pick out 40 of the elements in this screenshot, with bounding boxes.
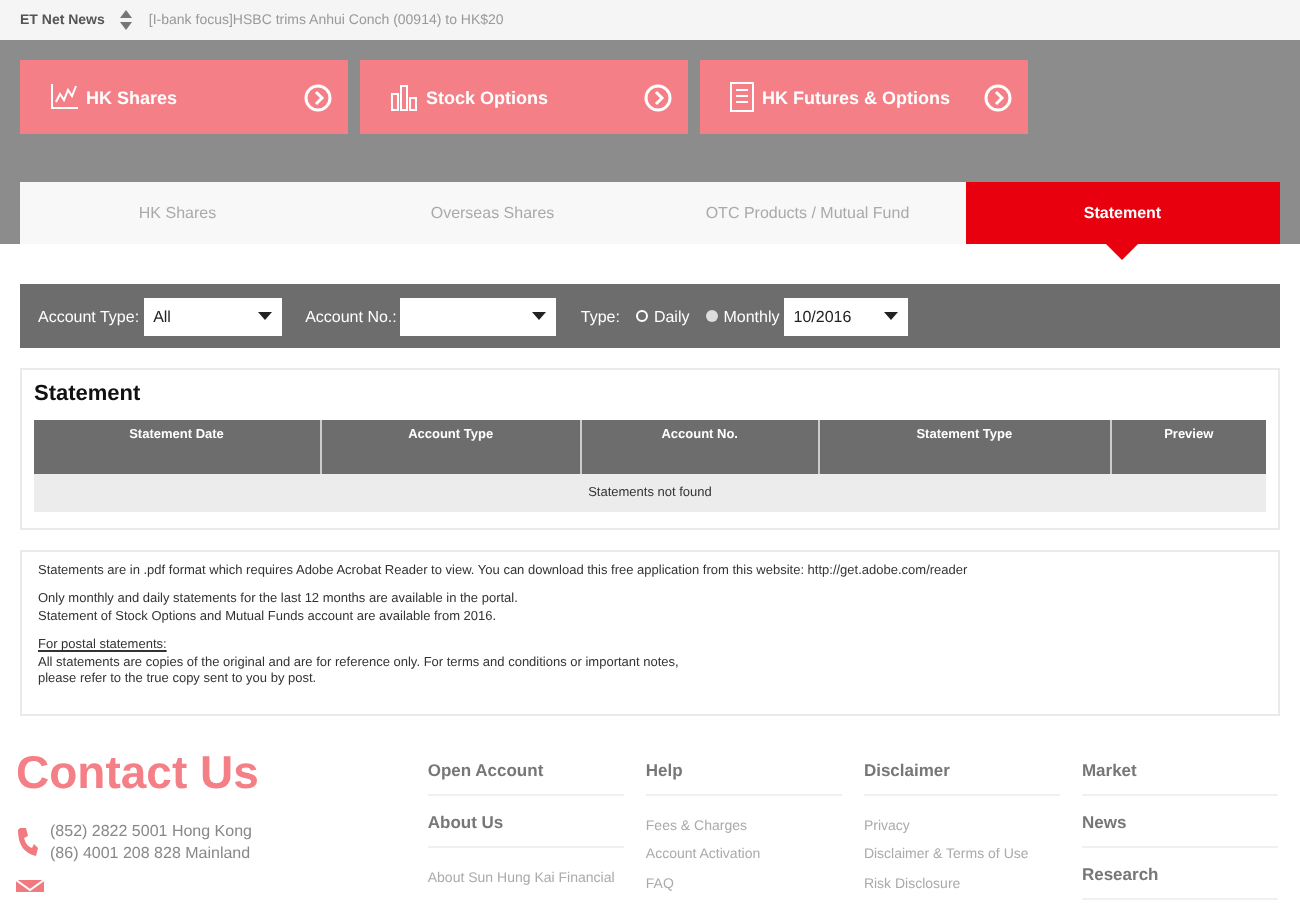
- caret-icon: [532, 312, 547, 320]
- radio-option[interactable]: Daily: [635, 307, 690, 325]
- radio-icon[interactable]: [705, 310, 718, 322]
- footer-heading-link[interactable]: Help: [645, 745, 842, 796]
- bar-chart-icon: [390, 83, 418, 111]
- field-label: Account Type:: [38, 307, 140, 325]
- contact-title: Contact Us: [16, 745, 261, 800]
- phone-icon: [16, 825, 38, 858]
- field-label: Type:: [580, 307, 620, 325]
- caret-icon: [883, 312, 898, 320]
- chevron-circle-icon: [304, 83, 332, 111]
- footer-heading-link[interactable]: Disclaimer: [863, 745, 1060, 796]
- footer-heading-link[interactable]: Market: [1081, 745, 1278, 796]
- period-dropdown[interactable]: 10/2016: [783, 297, 908, 335]
- phone-number: (86) 4001 208 828 Mainland: [50, 841, 252, 864]
- chevron-circle-icon: [644, 83, 672, 111]
- caret-icon: [257, 312, 272, 320]
- account-type-dropdown[interactable]: All: [143, 297, 282, 335]
- tab-pointer: [1106, 244, 1139, 260]
- quick-link-button[interactable]: HK Shares: [20, 60, 348, 134]
- footer-heading-link[interactable]: About Us: [427, 795, 624, 848]
- tab[interactable]: HK Shares: [20, 182, 335, 244]
- envelope-icon: [16, 880, 44, 892]
- up-down-arrows-icon[interactable]: [120, 10, 133, 30]
- tab[interactable]: Overseas Shares: [335, 182, 650, 244]
- field-label: Account No.:: [305, 307, 397, 325]
- chevron-circle-icon: [984, 83, 1012, 111]
- account-no-dropdown[interactable]: [400, 297, 557, 335]
- footer-heading-link[interactable]: News: [1081, 795, 1278, 848]
- radio-option[interactable]: Monthly: [705, 307, 780, 325]
- radio-icon[interactable]: [635, 310, 648, 322]
- footer-heading-link[interactable]: Open Account: [427, 745, 624, 796]
- phone-number: (852) 2822 5001 Hong Kong: [50, 819, 252, 842]
- line-chart-icon: [50, 84, 78, 110]
- quick-link-button[interactable]: Stock Options: [360, 60, 688, 134]
- tab[interactable]: OTC Products / Mutual Fund: [650, 182, 965, 244]
- footer-heading-link[interactable]: Research: [1081, 847, 1278, 900]
- quick-link-button[interactable]: HK Futures & Options: [700, 60, 1028, 134]
- document-icon: [730, 82, 754, 112]
- section-title: Statement: [34, 382, 143, 406]
